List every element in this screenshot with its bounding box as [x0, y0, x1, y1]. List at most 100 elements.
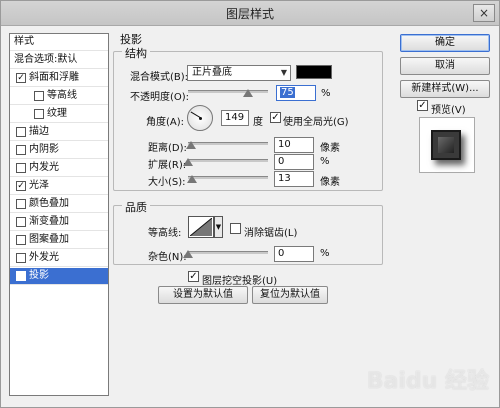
angle-dial[interactable] [187, 105, 213, 131]
size-input[interactable]: 13 [274, 171, 314, 187]
style-checkbox[interactable] [16, 217, 26, 227]
chevron-down-icon: ▼ [280, 68, 287, 77]
angle-value: 149 [225, 112, 245, 123]
angle-input[interactable]: 149 [221, 110, 249, 126]
style-list-item[interactable]: ✓ 投影 [10, 268, 108, 285]
style-list-item[interactable]: 渐变叠加 [10, 214, 108, 231]
blend-mode-select[interactable]: 正片叠底 ▼ [187, 65, 291, 81]
noise-input[interactable]: 0 [274, 246, 314, 262]
opacity-unit: % [321, 88, 331, 99]
size-label: 大小(S): [148, 177, 186, 188]
contour-dropdown-button[interactable]: ▼ [214, 216, 223, 238]
noise-slider-track [188, 251, 268, 254]
chevron-down-icon: ▼ [215, 223, 222, 231]
style-checkbox[interactable] [16, 253, 26, 263]
style-list-header-label: 样式 [14, 36, 34, 47]
opacity-value: 75 [280, 87, 295, 98]
style-list-item[interactable]: 颜色叠加 [10, 196, 108, 213]
spread-unit: % [320, 156, 330, 167]
noise-label: 杂色(N): [148, 252, 187, 263]
preview-swatch [431, 130, 461, 160]
ok-button[interactable]: 确定 [400, 34, 490, 52]
contour-picker[interactable] [188, 216, 214, 238]
check-icon: ✓ [189, 271, 198, 282]
style-list-item-label: 纹理 [47, 108, 67, 119]
global-light-checkbox[interactable]: ✓ [270, 112, 281, 123]
noise-slider-thumb[interactable] [183, 250, 193, 258]
contour-curve-icon [190, 218, 212, 236]
blend-mode-value: 正片叠底 [192, 67, 232, 78]
cancel-button[interactable]: 取消 [400, 57, 490, 75]
style-checkbox[interactable] [16, 235, 26, 245]
style-list-item-label: 内发光 [29, 162, 59, 173]
preview-swatch-bevel [438, 137, 454, 153]
check-icon: ✓ [271, 112, 280, 123]
anti-alias-label: 消除锯齿(L) [244, 228, 298, 239]
style-list-item-label: 内阴影 [29, 144, 59, 155]
size-slider-thumb[interactable] [187, 175, 197, 183]
style-checkbox[interactable] [16, 127, 26, 137]
style-checkbox[interactable] [16, 145, 26, 155]
blend-options-item[interactable]: 混合选项:默认 [10, 52, 108, 69]
set-default-button[interactable]: 设置为默认值 [158, 286, 248, 304]
style-list: 样式 混合选项:默认 ✓ 斜面和浮雕 等高线 纹理 描边 内阴影 内发光 ✓ 光泽 颜色叠加 渐变叠… [9, 33, 109, 396]
style-list-item[interactable]: 图案叠加 [10, 232, 108, 249]
contour-label: 等高线: [148, 228, 182, 239]
style-list-item[interactable]: 纹理 [10, 106, 108, 123]
style-list-item-label: 图案叠加 [29, 234, 69, 245]
blend-options-label: 混合选项:默认 [14, 54, 78, 65]
style-list-item[interactable]: ✓ 斜面和浮雕 [10, 70, 108, 87]
style-checkbox[interactable] [34, 109, 44, 119]
distance-slider[interactable] [186, 139, 268, 149]
distance-label: 距离(D): [148, 143, 187, 154]
style-list-item[interactable]: 等高线 [10, 88, 108, 105]
new-style-button[interactable]: 新建样式(W)... [400, 80, 490, 98]
spread-slider-thumb[interactable] [183, 158, 193, 166]
noise-slider[interactable] [183, 248, 268, 258]
distance-slider-thumb[interactable] [186, 141, 196, 149]
shadow-color-swatch[interactable] [296, 65, 332, 79]
preview-checkbox[interactable]: ✓ [417, 100, 428, 111]
style-checkbox[interactable]: ✓ [16, 181, 26, 191]
style-list-header[interactable]: 样式 [10, 34, 108, 51]
distance-slider-track [188, 142, 268, 145]
style-list-item-label: 描边 [29, 126, 49, 137]
noise-unit: % [320, 248, 330, 259]
reset-default-button[interactable]: 复位为默认值 [252, 286, 328, 304]
distance-input[interactable]: 10 [274, 137, 314, 153]
watermark: Baidu 经验 [366, 369, 489, 394]
size-slider-track [188, 176, 268, 179]
size-unit: 像素 [320, 177, 340, 188]
spread-slider[interactable] [183, 156, 268, 166]
angle-unit: 度 [253, 117, 263, 128]
style-list-item-label: 光泽 [29, 180, 49, 191]
opacity-slider-thumb[interactable] [243, 89, 253, 97]
style-checkbox[interactable]: ✓ [16, 271, 26, 281]
style-checkbox[interactable] [16, 163, 26, 173]
knockout-label: 图层挖空投影(U) [202, 276, 278, 287]
distance-unit: 像素 [320, 143, 340, 154]
noise-value: 0 [278, 248, 285, 259]
style-list-item-label: 渐变叠加 [29, 216, 69, 227]
style-list-item-label: 等高线 [47, 90, 77, 101]
style-list-item[interactable]: ✓ 光泽 [10, 178, 108, 195]
style-list-item[interactable]: 内发光 [10, 160, 108, 177]
knockout-checkbox[interactable]: ✓ [188, 271, 199, 282]
quality-group-title: 品质 [122, 199, 150, 215]
opacity-input[interactable]: 75 [276, 85, 316, 101]
spread-label: 扩展(R): [148, 160, 187, 171]
anti-alias-checkbox[interactable] [230, 223, 241, 234]
size-slider[interactable] [187, 173, 268, 183]
style-list-item[interactable]: 外发光 [10, 250, 108, 267]
check-icon: ✓ [418, 100, 427, 111]
spread-value: 0 [278, 156, 285, 167]
style-list-item[interactable]: 描边 [10, 124, 108, 141]
style-checkbox[interactable] [16, 199, 26, 209]
style-checkbox[interactable]: ✓ [16, 73, 26, 83]
opacity-slider[interactable] [188, 87, 268, 97]
close-button[interactable]: × [473, 4, 495, 22]
title-bar[interactable]: 图层样式 × [1, 1, 499, 26]
style-list-item[interactable]: 内阴影 [10, 142, 108, 159]
spread-input[interactable]: 0 [274, 154, 314, 170]
style-checkbox[interactable] [34, 91, 44, 101]
